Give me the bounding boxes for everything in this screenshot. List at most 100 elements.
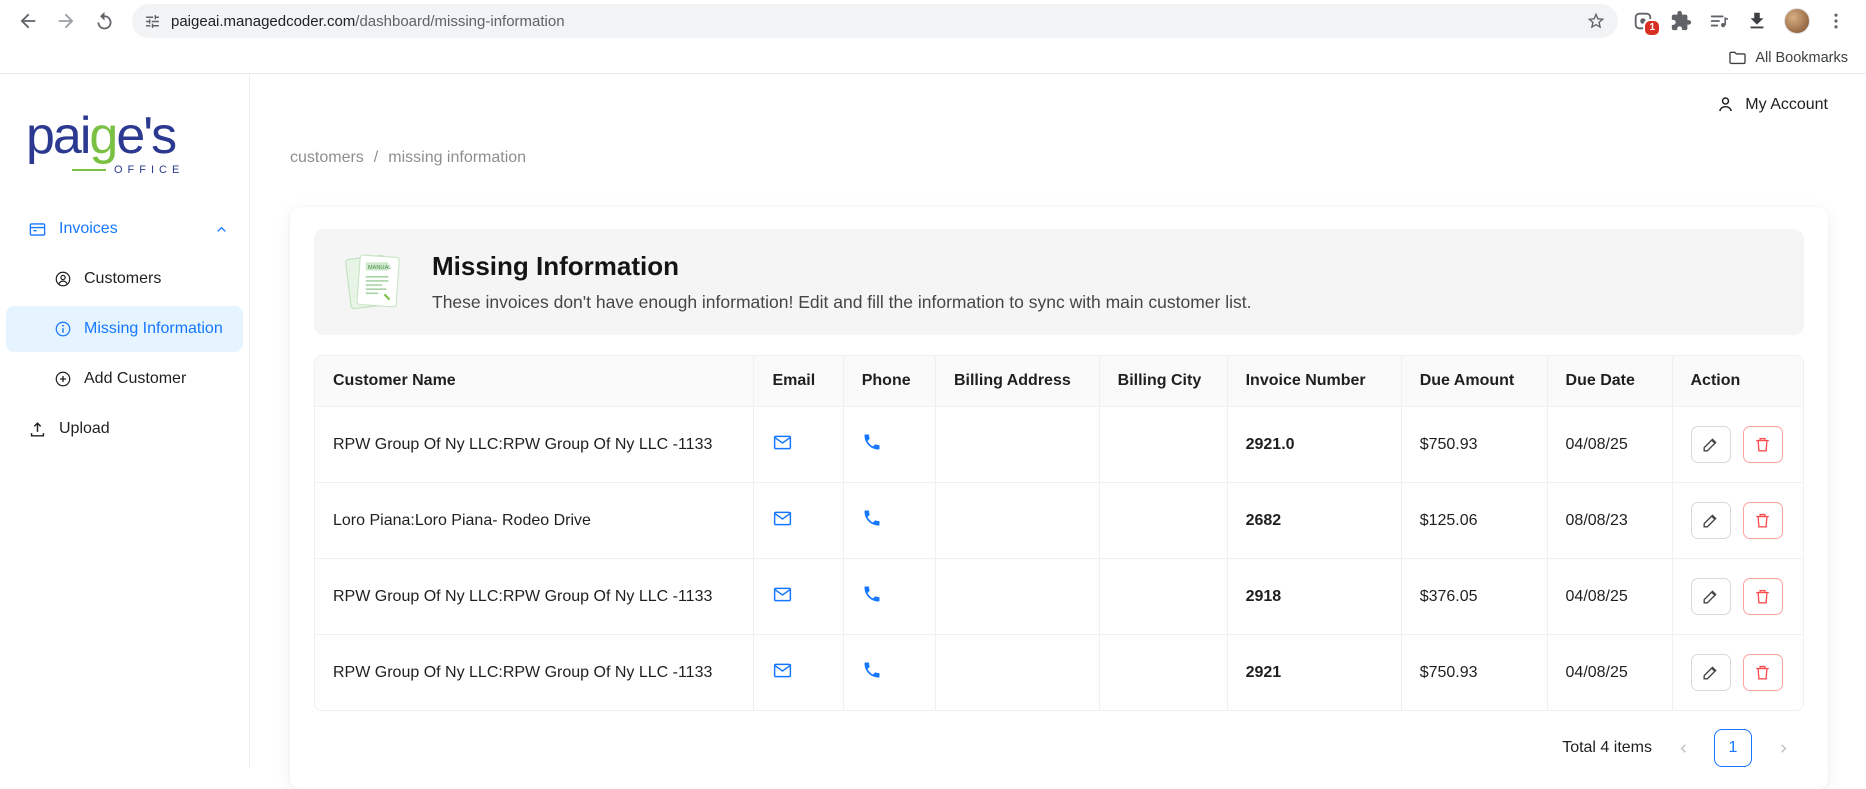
my-account-label: My Account (1745, 96, 1828, 114)
sidebar-item-missing-information[interactable]: Missing Information (6, 306, 243, 352)
phone-icon (862, 432, 882, 452)
profile-avatar[interactable] (1784, 8, 1810, 34)
table-row: RPW Group Of Ny LLC:RPW Group Of Ny LLC … (315, 407, 1803, 483)
pagination: Total 4 items 1 (314, 711, 1804, 777)
extension-badged-icon[interactable]: 1 (1632, 10, 1654, 32)
sidebar-menu: Invoices Customers Missing Information A… (0, 206, 249, 452)
forward-button[interactable] (48, 3, 84, 39)
cell-due-amount: $125.06 (1401, 483, 1547, 559)
email-icon (772, 432, 793, 453)
cell-due-date: 04/08/25 (1547, 407, 1672, 483)
column-header-billing-city: Billing City (1099, 356, 1227, 407)
back-icon (17, 10, 39, 32)
sidebar: paige's OFFICE Invoices Customers Missin… (0, 74, 250, 768)
table-row: RPW Group Of Ny LLC:RPW Group Of Ny LLC … (315, 559, 1803, 635)
person-icon (1715, 94, 1736, 115)
edit-pencil-icon (1701, 511, 1720, 530)
all-bookmarks-label: All Bookmarks (1755, 50, 1848, 66)
phone-button[interactable] (862, 660, 882, 680)
table-body: RPW Group Of Ny LLC:RPW Group Of Ny LLC … (315, 407, 1803, 711)
invoices-table: Customer NameEmailPhoneBilling AddressBi… (314, 355, 1804, 711)
phone-button[interactable] (862, 584, 882, 604)
table-row: RPW Group Of Ny LLC:RPW Group Of Ny LLC … (315, 635, 1803, 711)
delete-button[interactable] (1743, 502, 1783, 539)
sidebar-item-invoices[interactable]: Invoices (6, 206, 243, 252)
edit-button[interactable] (1691, 426, 1731, 463)
cell-customer-name: RPW Group Of Ny LLC:RPW Group Of Ny LLC … (315, 559, 754, 635)
email-icon (772, 508, 793, 529)
table-header-row: Customer NameEmailPhoneBilling AddressBi… (315, 356, 1803, 407)
cell-billing-city (1099, 407, 1227, 483)
edit-button[interactable] (1691, 654, 1731, 691)
edit-button[interactable] (1691, 502, 1731, 539)
edit-button[interactable] (1691, 578, 1731, 615)
email-button[interactable] (772, 508, 793, 529)
customers-icon (54, 270, 72, 288)
main-content: My Account customers / missing informati… (250, 74, 1866, 768)
column-header-due-date: Due Date (1547, 356, 1672, 407)
logo[interactable]: paige's OFFICE (0, 102, 249, 206)
sidebar-item-add-customer-label: Add Customer (84, 370, 186, 388)
chevron-up-icon (214, 222, 229, 237)
sidebar-item-upload[interactable]: Upload (6, 406, 243, 452)
delete-trash-icon (1753, 587, 1772, 606)
breadcrumb-customers[interactable]: customers (290, 149, 364, 167)
invoices-icon (28, 220, 47, 239)
cell-customer-name: Loro Piana:Loro Piana- Rodeo Drive (315, 483, 754, 559)
site-settings-icon[interactable] (144, 13, 161, 30)
all-bookmarks-button[interactable]: All Bookmarks (1728, 48, 1848, 67)
manual-illustration-icon: MANUAL (340, 249, 406, 315)
browser-menu-kebab-icon[interactable] (1826, 11, 1846, 31)
cell-due-date: 08/08/23 (1547, 483, 1672, 559)
cell-due-amount: $376.05 (1401, 559, 1547, 635)
reload-button[interactable] (86, 3, 122, 39)
cell-due-amount: $750.93 (1401, 407, 1547, 483)
extensions-puzzle-icon[interactable] (1670, 10, 1692, 32)
back-button[interactable] (10, 3, 46, 39)
sidebar-item-customers[interactable]: Customers (6, 256, 243, 302)
chevron-right-icon (1776, 741, 1791, 756)
cell-billing-city (1099, 635, 1227, 711)
logo-subtext: OFFICE (72, 164, 225, 176)
info-circle-icon (54, 320, 72, 338)
media-controls-icon[interactable] (1708, 10, 1730, 32)
edit-pencil-icon (1701, 663, 1720, 682)
email-icon (772, 584, 793, 605)
pagination-prev-button[interactable] (1664, 729, 1702, 767)
table-row: Loro Piana:Loro Piana- Rodeo Drive 2682 … (315, 483, 1803, 559)
page-title: Missing Information (432, 251, 1251, 282)
delete-button[interactable] (1743, 654, 1783, 691)
column-header-phone: Phone (843, 356, 935, 407)
phone-button[interactable] (862, 508, 882, 528)
folder-icon (1728, 48, 1747, 67)
reload-icon (94, 11, 115, 32)
sidebar-item-invoices-label: Invoices (59, 220, 202, 238)
pagination-next-button[interactable] (1764, 729, 1802, 767)
phone-button[interactable] (862, 432, 882, 452)
cell-billing-address (935, 559, 1099, 635)
sidebar-item-add-customer[interactable]: Add Customer (6, 356, 243, 402)
column-header-email: Email (754, 356, 843, 407)
pagination-page-1-button[interactable]: 1 (1714, 729, 1752, 767)
delete-trash-icon (1753, 511, 1772, 530)
cell-customer-name: RPW Group Of Ny LLC:RPW Group Of Ny LLC … (315, 407, 754, 483)
cell-billing-city (1099, 559, 1227, 635)
bookmark-star-icon[interactable] (1586, 11, 1606, 31)
delete-button[interactable] (1743, 578, 1783, 615)
breadcrumb-separator: / (374, 149, 378, 167)
email-button[interactable] (772, 660, 793, 681)
delete-trash-icon (1753, 435, 1772, 454)
my-account-button[interactable]: My Account (1715, 94, 1828, 115)
plus-circle-icon (54, 370, 72, 388)
phone-icon (862, 584, 882, 604)
chevron-left-icon (1676, 741, 1691, 756)
email-button[interactable] (772, 432, 793, 453)
svg-text:MANUAL: MANUAL (368, 265, 392, 271)
delete-button[interactable] (1743, 426, 1783, 463)
breadcrumb: customers / missing information (290, 149, 1828, 167)
address-bar[interactable]: paigeai.managedcoder.com/dashboard/missi… (132, 4, 1618, 38)
email-button[interactable] (772, 584, 793, 605)
edit-pencil-icon (1701, 435, 1720, 454)
breadcrumb-missing-information[interactable]: missing information (388, 149, 526, 167)
downloads-icon[interactable] (1746, 10, 1768, 32)
